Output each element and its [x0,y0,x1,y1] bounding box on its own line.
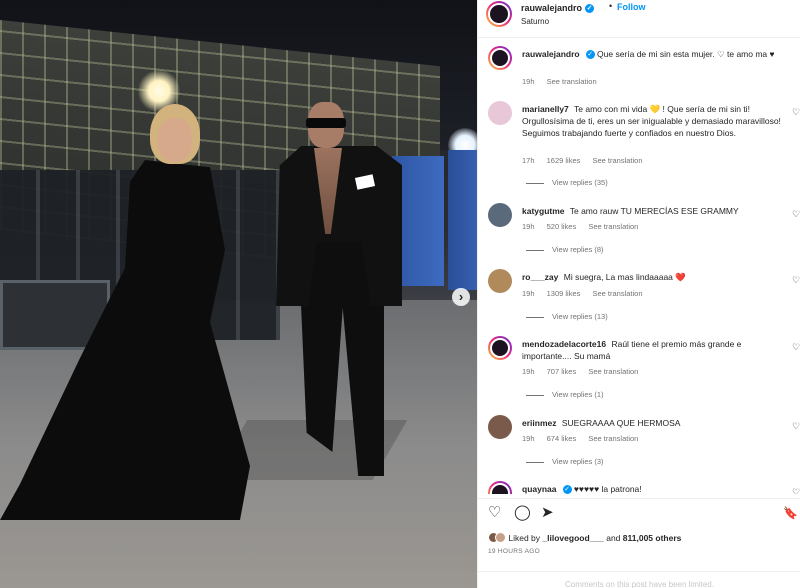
woman-face [158,118,192,162]
comment-time: 19h [522,289,535,298]
verified-icon: ✓ [585,50,595,60]
likes-count[interactable]: 811,005 others [623,533,682,543]
likes-and: and [606,532,621,543]
caption-username[interactable]: rauwalejandro [522,49,580,59]
comment-text: marianelly7 Te amo con mi vida 💛 ! Que s… [522,103,782,139]
post-photo: › [0,0,477,588]
commenter-avatar[interactable] [488,481,512,494]
comment-meta: 19h 520 likes See translation [522,222,648,231]
see-translation-link[interactable]: See translation [588,222,638,231]
post-header: rauwalejandro ✓ • Follow Saturno [478,0,800,38]
share-icon[interactable]: ➤ [541,505,554,521]
comment-like-icon[interactable]: ♡ [792,209,800,220]
view-replies[interactable]: View replies (3) [526,457,604,466]
comment-body: Mi suegra, La mas lindaaaaa ❤️ [563,272,686,282]
comment-likes[interactable]: 674 likes [547,434,577,443]
likes-prefix: Liked by [508,532,541,543]
see-translation-link[interactable]: See translation [592,156,642,165]
comment-time: 17h [522,156,535,165]
commenter-username[interactable]: mendozadelacorte16 [522,339,606,349]
comment-body: Te amo rauw TU MERECÍAS ESE GRAMMY [569,206,739,216]
commenter-username[interactable]: marianelly7 [522,104,569,114]
save-icon[interactable]: 🔖 [783,505,798,521]
caption-body: Que sería de mi sin esta mujer. ♡ te amo… [597,49,775,59]
author-username[interactable]: rauwalejandro ✓ [521,3,595,14]
verified-icon: ✓ [585,4,595,14]
post-location[interactable]: Saturno [521,17,549,26]
commenter-username[interactable]: quaynaa [522,484,557,494]
see-translation-link[interactable]: See translation [592,289,642,298]
caption-text: rauwalejandro ✓ Que sería de mi sin esta … [522,48,782,60]
follow-button[interactable]: Follow [617,2,646,12]
comment-time: 19h [522,434,535,443]
commenter-avatar[interactable] [488,415,512,439]
comment-like-icon[interactable]: ♡ [792,107,800,118]
comment-text: quaynaa ✓ ♥♥♥♥♥ la patrona! [522,483,782,494]
commenter-avatar[interactable] [488,101,512,125]
view-replies[interactable]: View replies (35) [526,178,608,187]
commenter-username[interactable]: ro___zay [522,272,558,282]
commenter-username[interactable]: eriinmez [522,418,557,428]
comment-meta: 19h 674 likes See translation [522,434,648,443]
caption-time: 19h [522,77,535,86]
verified-icon: ✓ [562,485,572,494]
commenter-avatar[interactable] [488,336,512,360]
post-side-panel: rauwalejandro ✓ • Follow Saturno rauwalej… [477,0,800,588]
likes-summary: Liked by _lilovegood___ and 811,005 othe… [488,532,681,545]
view-replies[interactable]: View replies (13) [526,312,608,321]
like-icon[interactable]: ♡ [488,505,501,521]
comment-time: 19h [522,367,535,376]
comment-meta: 19h 1309 likes See translation [522,289,653,298]
comment-likes[interactable]: 707 likes [547,367,577,376]
comment-meta: 17h 1629 likes See translation [522,156,653,165]
post-time[interactable]: 19 HOURS AGO [488,548,540,555]
comment-text: eriinmez SUEGRAAAA QUE HERMOSA [522,417,782,429]
comment-likes[interactable]: 1309 likes [547,289,581,298]
comment-body: ♥♥♥♥♥ la patrona! [573,484,642,494]
view-replies[interactable]: View replies (1) [526,390,604,399]
see-translation-link[interactable]: See translation [588,367,638,376]
comment-like-icon[interactable]: ♡ [792,275,800,286]
comment-time: 19h [522,222,535,231]
liker-username[interactable]: _lilovegood___ [542,533,603,543]
comment-meta: 19h 707 likes See translation [522,367,648,376]
comment-text: mendozadelacorte16 Raúl tiene el premio … [522,338,782,362]
commenter-avatar[interactable] [488,269,512,293]
blue-container-right [448,150,477,290]
caption-meta: 19h See translation [522,77,607,86]
comment-like-icon[interactable]: ♡ [792,487,800,494]
see-translation-link[interactable]: See translation [547,77,597,86]
comment-like-icon[interactable]: ♡ [792,342,800,353]
commenter-username[interactable]: katygutme [522,206,565,216]
post-actions: ♡ ◯ ➤ 🔖 [478,498,800,528]
next-photo-button[interactable]: › [452,288,470,306]
caption-avatar[interactable] [488,46,512,70]
comment-like-icon[interactable]: ♡ [792,421,800,432]
author-avatar[interactable] [486,1,512,27]
separator-dot: • [609,1,613,11]
liker-avatars [488,532,506,545]
comment-likes[interactable]: 520 likes [547,222,577,231]
comments-limited-notice: Comments on this post have been limited. [478,571,800,588]
sunglasses [306,118,346,128]
comment-likes[interactable]: 1629 likes [547,156,581,165]
view-replies[interactable]: View replies (8) [526,245,604,254]
comments-list[interactable]: rauwalejandro ✓ Que sería de mi sin esta … [478,39,800,494]
comment-text: ro___zay Mi suegra, La mas lindaaaaa ❤️ [522,271,782,283]
comment-body: SUEGRAAAA QUE HERMOSA [561,418,681,428]
commenter-avatar[interactable] [488,203,512,227]
see-translation-link[interactable]: See translation [588,434,638,443]
comment-icon[interactable]: ◯ [514,505,531,521]
comment-text: katygutme Te amo rauw TU MERECÍAS ESE GR… [522,205,782,217]
